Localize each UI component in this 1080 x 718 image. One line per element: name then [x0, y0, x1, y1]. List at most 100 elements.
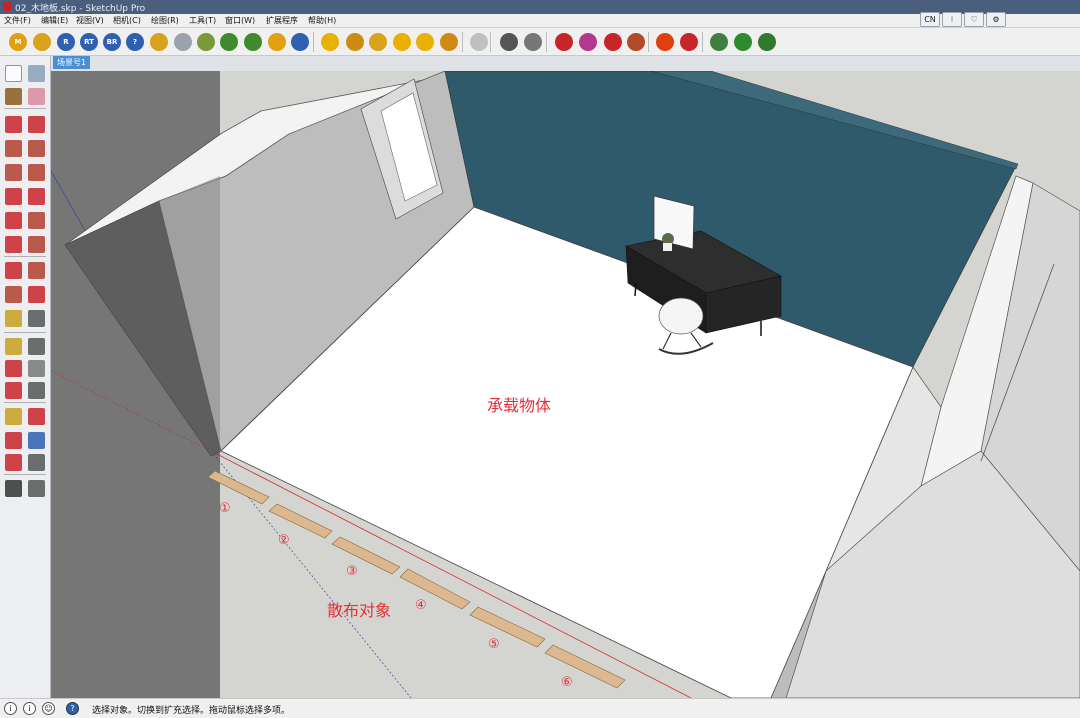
lamp-icon[interactable]: [393, 33, 411, 51]
move-icon[interactable]: [5, 236, 22, 253]
menu-item-4[interactable]: 绘图(R): [151, 15, 179, 26]
rectangle-icon[interactable]: [5, 140, 22, 157]
select-arrow-icon[interactable]: [5, 65, 22, 82]
frame-icon[interactable]: [500, 33, 518, 51]
arc-icon[interactable]: [5, 188, 22, 205]
zoom-icon[interactable]: [5, 408, 22, 425]
menu-item-5[interactable]: 工具(T): [189, 15, 216, 26]
dimension-icon[interactable]: [28, 310, 45, 327]
spotlight-icon[interactable]: [346, 33, 364, 51]
plugin-br-icon[interactable]: BR: [103, 33, 121, 51]
polygon-icon[interactable]: [28, 164, 45, 181]
rotate-icon[interactable]: [5, 262, 22, 279]
info2-icon[interactable]: i: [23, 702, 36, 715]
menu-item-2[interactable]: 视图(V): [76, 15, 104, 26]
toolbar-separator: [546, 32, 547, 52]
walk-icon[interactable]: [5, 480, 22, 497]
flag-icon[interactable]: [369, 33, 387, 51]
window-controls: CN ⁝ ♡ ⚙: [920, 12, 1010, 29]
list-icon[interactable]: [627, 33, 645, 51]
globe-icon[interactable]: [268, 33, 286, 51]
window-control-0[interactable]: CN: [920, 12, 940, 27]
plugin-m-icon[interactable]: M: [9, 33, 27, 51]
help-icon[interactable]: ?: [126, 33, 144, 51]
offset-icon[interactable]: [28, 286, 45, 303]
push-pull-icon[interactable]: [28, 236, 45, 253]
pause-icon[interactable]: [291, 33, 309, 51]
grid-icon[interactable]: [680, 33, 698, 51]
component-icon[interactable]: [28, 65, 45, 82]
3d-text-icon[interactable]: [28, 360, 45, 377]
position-camera-icon[interactable]: [5, 454, 22, 471]
previous-view-icon[interactable]: [28, 432, 45, 449]
tree-icon[interactable]: [220, 33, 238, 51]
axes-icon[interactable]: [5, 360, 22, 377]
paint-bucket-icon[interactable]: [5, 88, 22, 105]
window-icon[interactable]: [710, 33, 728, 51]
toolbar-separator: [490, 32, 491, 52]
pie-icon[interactable]: [28, 212, 45, 229]
eraser-icon[interactable]: [28, 88, 45, 105]
scatter-icon[interactable]: [197, 33, 215, 51]
look-around-icon[interactable]: [28, 454, 45, 471]
window-control-1[interactable]: ⁝: [942, 12, 962, 27]
tree2-icon[interactable]: [244, 33, 262, 51]
window-control-3[interactable]: ⚙: [986, 12, 1006, 27]
zoom-extents-icon[interactable]: [5, 432, 22, 449]
gear-icon[interactable]: [656, 33, 674, 51]
freehand-icon[interactable]: [28, 116, 45, 133]
room-model-drawing[interactable]: [51, 71, 1080, 698]
sort-icon[interactable]: [604, 33, 622, 51]
plugin-r-icon[interactable]: R: [57, 33, 75, 51]
pinwheel-icon[interactable]: [555, 33, 573, 51]
circle-icon[interactable]: [5, 164, 22, 181]
plank-number-1: ①: [219, 501, 231, 516]
text-icon[interactable]: [28, 338, 45, 355]
plank-number-5: ⑤: [488, 637, 500, 652]
toolbar-separator: [313, 32, 314, 52]
toolbar-separator: [702, 32, 703, 52]
menu-item-3[interactable]: 相机(C): [113, 15, 141, 26]
plank-number-4: ④: [415, 598, 427, 613]
orbit-icon[interactable]: [5, 382, 22, 399]
user-icon[interactable]: ☺: [42, 702, 55, 715]
sphere-icon[interactable]: [174, 33, 192, 51]
tape-measure-icon[interactable]: [5, 310, 22, 327]
light-icon[interactable]: [416, 33, 434, 51]
scale-icon[interactable]: [5, 286, 22, 303]
main-toolbar: M R RT BR?: [0, 28, 1080, 56]
zoom-window-icon[interactable]: [28, 408, 45, 425]
menu-item-6[interactable]: 窗口(W): [225, 15, 255, 26]
frame2-icon[interactable]: [524, 33, 542, 51]
section-plane-icon[interactable]: [28, 480, 45, 497]
scene-tab-1[interactable]: 场景号1: [53, 56, 91, 69]
pan-icon[interactable]: [28, 382, 45, 399]
plank-number-2: ②: [278, 533, 290, 548]
model-viewport[interactable]: 承载物体 散布对象 ① ② ③ ④ ⑤ ⑥: [51, 71, 1080, 698]
rotated-rect-icon[interactable]: [28, 140, 45, 157]
toolbar-separator: [648, 32, 649, 52]
info-icon[interactable]: i: [4, 702, 17, 715]
leaf-icon[interactable]: [734, 33, 752, 51]
menu-item-8[interactable]: 帮助(H): [308, 15, 336, 26]
arc3-icon[interactable]: [5, 212, 22, 229]
arc2-icon[interactable]: [28, 188, 45, 205]
tree-blue-icon[interactable]: [758, 33, 776, 51]
protractor-icon[interactable]: [5, 338, 22, 355]
menu-item-7[interactable]: 扩展程序: [266, 15, 298, 26]
window-control-2[interactable]: ♡: [964, 12, 984, 27]
help-status-icon[interactable]: ?: [66, 702, 79, 715]
menu-item-1[interactable]: 编辑(E): [41, 15, 68, 26]
scatter-object-label: 散布对象: [327, 601, 392, 620]
plugin-tag-icon[interactable]: [33, 33, 51, 51]
plugin-rt-icon[interactable]: RT: [80, 33, 98, 51]
light-ball-icon[interactable]: [321, 33, 339, 51]
plugin-tag2-icon[interactable]: [150, 33, 168, 51]
pencil-icon[interactable]: [5, 116, 22, 133]
menu-item-0[interactable]: 文件(F): [4, 15, 31, 26]
color-wheel-icon[interactable]: [579, 33, 597, 51]
cone-icon[interactable]: [440, 33, 458, 51]
circle-disabled-icon[interactable]: [470, 33, 488, 51]
window-title: 02_木地板.skp - SketchUp Pro: [15, 4, 146, 14]
follow-me-icon[interactable]: [28, 262, 45, 279]
